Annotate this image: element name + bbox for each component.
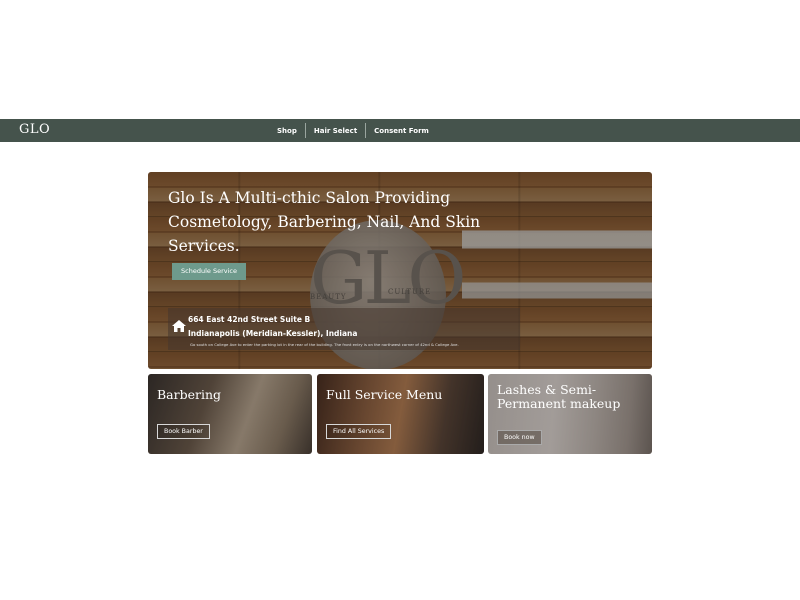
card-barbering[interactable]: Barbering Book Barber [148,374,312,454]
address-directions: Go south on College Ave to enter the par… [190,342,459,347]
hero-banner: GLO BEAUTY CULTURE Glo Is A Multi-cthic … [148,172,652,369]
site-logo[interactable]: GLO [19,122,50,137]
card-overlay [317,374,484,454]
hero-title: Glo Is A Multi-cthic Salon Providing Cos… [168,189,481,255]
address-street: 664 East 42nd Street Suite B [188,315,311,324]
nav-link-shop[interactable]: Shop [269,124,305,138]
nav-links: Shop Hair Select Consent Form [269,119,437,142]
nav-link-consent-form[interactable]: Consent Form [366,124,437,138]
card-title: Full Service Menu [326,387,443,402]
nav-link-hair-select[interactable]: Hair Select [306,124,365,138]
top-navbar: GLO Shop Hair Select Consent Form [0,119,800,142]
card-lashes-makeup[interactable]: Lashes & Semi-Permanent makeup Book now [488,374,652,454]
book-now-button[interactable]: Book now [497,430,542,445]
card-full-service-menu[interactable]: Full Service Menu Find All Services [317,374,484,454]
find-all-services-button[interactable]: Find All Services [326,424,392,439]
card-title: Lashes & Semi-Permanent makeup [497,382,621,411]
card-overlay [148,374,312,454]
book-barber-button[interactable]: Book Barber [157,424,210,439]
home-icon [172,320,186,332]
card-title: Barbering [157,387,222,402]
schedule-service-button[interactable]: Schedule Service [172,263,246,280]
address-city: Indianapolis (Meridian-Kessler), Indiana [188,329,358,338]
